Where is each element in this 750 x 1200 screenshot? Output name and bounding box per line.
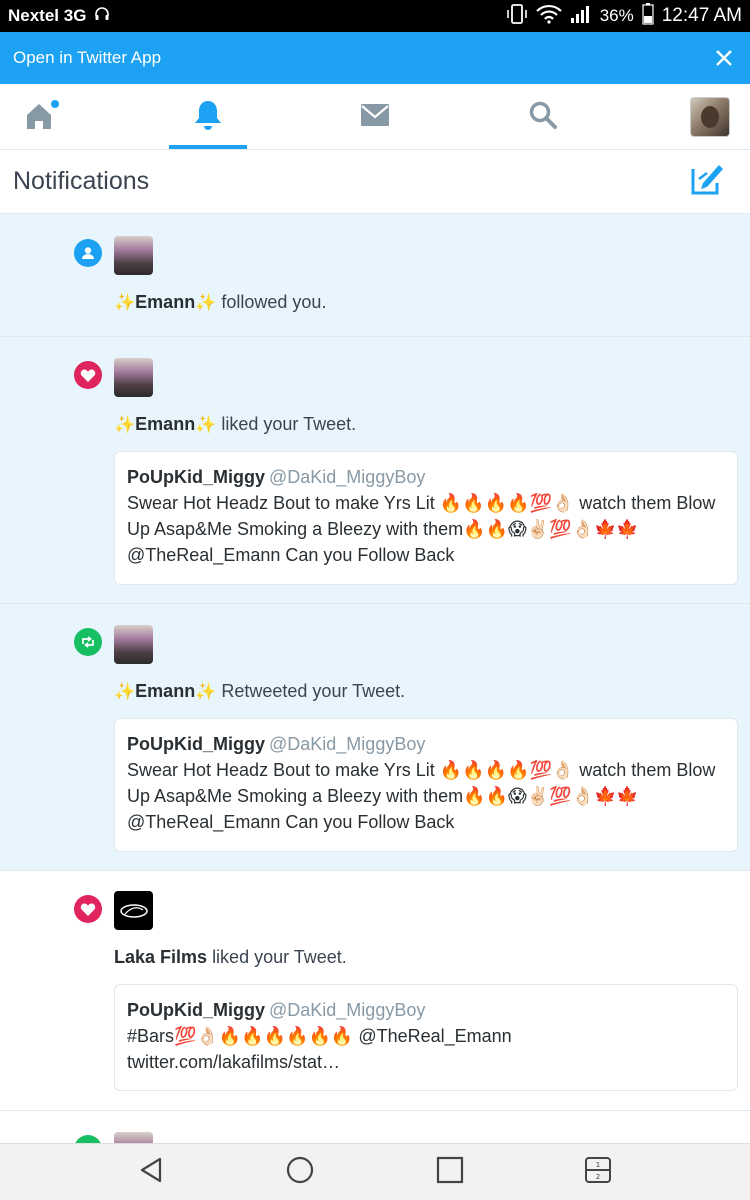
tweet-author: PoUpKid_Miggy xyxy=(127,734,265,754)
action-text: liked your Tweet. xyxy=(221,414,357,434)
clock: 12:47 AM xyxy=(661,5,742,26)
actor-avatar[interactable] xyxy=(114,358,153,397)
sparkle-icon: ✨ xyxy=(114,293,136,312)
open-in-app-banner[interactable]: Open in Twitter App xyxy=(0,32,750,84)
tab-notifications[interactable] xyxy=(169,84,247,150)
dual-window-button[interactable]: 12 xyxy=(558,1144,638,1200)
heart-icon xyxy=(74,361,102,389)
notifications-list: ✨Emann✨ followed you. ✨Emann✨ liked your… xyxy=(0,214,750,1171)
search-icon[interactable] xyxy=(528,100,558,135)
dual-window-icon[interactable]: 12 xyxy=(584,1156,612,1189)
page-header: Notifications xyxy=(0,150,750,214)
close-icon[interactable] xyxy=(711,45,737,71)
recents-icon[interactable] xyxy=(436,1156,464,1189)
sparkle-icon: ✨ xyxy=(114,415,136,434)
notification-item[interactable]: ✨Emann✨ Retweeted your Tweet. PoUpKid_Mi… xyxy=(0,604,750,871)
actor-avatar[interactable] xyxy=(114,625,153,664)
status-right: 36% 12:47 AM xyxy=(506,2,742,30)
svg-text:2: 2 xyxy=(596,1173,600,1181)
actor-name[interactable]: Emann xyxy=(135,414,195,434)
back-icon[interactable] xyxy=(138,1156,166,1189)
signal-icon xyxy=(570,4,592,29)
actor-avatar-logo[interactable] xyxy=(114,891,153,930)
tweet-text: Swear Hot Headz Bout to make Yrs Lit 🔥🔥🔥… xyxy=(127,760,716,832)
notification-item[interactable]: ✨Emann✨ liked your Tweet. PoUpKid_Miggy @… xyxy=(0,337,750,604)
tab-messages[interactable] xyxy=(336,84,414,150)
action-text: followed you. xyxy=(221,292,327,312)
actor-name[interactable]: Emann xyxy=(135,681,195,701)
actor-name[interactable]: Emann xyxy=(135,292,195,312)
tweet-author: PoUpKid_Miggy xyxy=(127,467,265,487)
status-left: Nextel 3G xyxy=(8,6,110,27)
sparkle-icon: ✨ xyxy=(195,415,217,434)
profile-avatar[interactable] xyxy=(690,97,730,137)
battery-percent: 36% xyxy=(599,6,634,25)
retweet-icon xyxy=(74,628,102,656)
tweet-handle: @DaKid_MiggyBoy xyxy=(269,734,426,754)
headphones-icon xyxy=(94,6,110,27)
notification-text: ✨Emann✨ followed you. xyxy=(114,292,326,313)
system-nav-bar: 12 xyxy=(0,1143,750,1200)
action-text: Retweeted your Tweet. xyxy=(221,681,406,701)
actor-name[interactable]: Laka Films xyxy=(114,947,207,967)
notification-text: ✨Emann✨ Retweeted your Tweet. xyxy=(114,681,405,702)
actor-avatar[interactable] xyxy=(114,236,153,275)
open-in-app-label[interactable]: Open in Twitter App xyxy=(13,48,161,68)
wifi-icon xyxy=(535,4,562,29)
page-title: Notifications xyxy=(13,167,150,195)
recents-button[interactable] xyxy=(410,1144,490,1200)
person-icon xyxy=(74,239,102,267)
notification-item[interactable]: ✨Emann✨ followed you. xyxy=(0,214,750,337)
home-circle-icon[interactable] xyxy=(286,1156,314,1189)
notification-text: ✨Emann✨ liked your Tweet. xyxy=(114,414,356,435)
sparkle-icon: ✨ xyxy=(195,682,217,701)
bell-icon[interactable] xyxy=(192,98,224,137)
quoted-tweet[interactable]: PoUpKid_Miggy @DaKid_MiggyBoy Swear Hot H… xyxy=(114,718,738,852)
tab-search[interactable] xyxy=(504,84,582,150)
notification-item[interactable]: Laka Films liked your Tweet. PoUpKid_Mig… xyxy=(0,871,750,1111)
home-button[interactable] xyxy=(260,1144,340,1200)
quoted-tweet[interactable]: PoUpKid_Miggy @DaKid_MiggyBoy Swear Hot H… xyxy=(114,451,738,585)
tweet-author: PoUpKid_Miggy xyxy=(127,1000,265,1020)
sparkle-icon: ✨ xyxy=(114,682,136,701)
envelope-icon[interactable] xyxy=(359,102,391,133)
sparkle-icon: ✨ xyxy=(195,293,217,312)
tweet-text: Swear Hot Headz Bout to make Yrs Lit 🔥🔥🔥… xyxy=(127,493,716,565)
battery-icon xyxy=(642,2,654,30)
compose-icon[interactable] xyxy=(689,161,725,202)
quoted-tweet[interactable]: PoUpKid_Miggy @DaKid_MiggyBoy #Bars💯👌🏻🔥🔥🔥… xyxy=(114,984,738,1091)
vibrate-icon xyxy=(506,3,528,30)
tweet-handle: @DaKid_MiggyBoy xyxy=(269,1000,426,1020)
back-button[interactable] xyxy=(112,1144,192,1200)
action-text: liked your Tweet. xyxy=(212,947,347,967)
status-bar: Nextel 3G 36% 12:47 AM xyxy=(0,0,750,32)
home-icon[interactable] xyxy=(21,97,61,138)
tab-profile[interactable] xyxy=(670,84,750,150)
svg-text:1: 1 xyxy=(596,1161,600,1169)
carrier-label: Nextel 3G xyxy=(8,6,87,25)
notification-text: Laka Films liked your Tweet. xyxy=(114,947,347,968)
tweet-handle: @DaKid_MiggyBoy xyxy=(269,467,426,487)
heart-icon xyxy=(74,895,102,923)
tweet-text: #Bars💯👌🏻🔥🔥🔥🔥🔥🔥 @TheReal_Emann twitter.co… xyxy=(127,1026,512,1072)
tab-home[interactable] xyxy=(0,84,82,150)
tab-bar xyxy=(0,84,750,150)
